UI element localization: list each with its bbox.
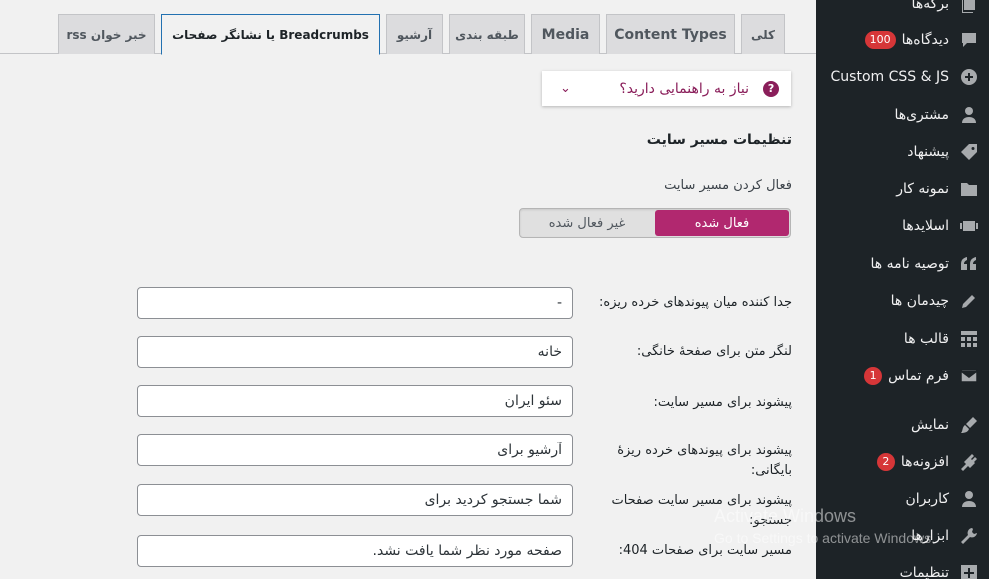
- sidebar-item-appearance[interactable]: نمایش: [816, 407, 989, 443]
- help-dropdown[interactable]: ? نیاز به راهنمایی دارید؟ ⌄: [542, 71, 791, 106]
- folder-icon: [958, 178, 980, 200]
- separator-input[interactable]: [137, 287, 573, 319]
- 404-label: مسیر سایت برای صفحات 404:: [618, 543, 792, 558]
- settings-icon: [958, 562, 980, 579]
- tab-content-types[interactable]: Content Types: [606, 14, 735, 54]
- quote-icon: [958, 253, 980, 275]
- grid-icon: [958, 328, 980, 350]
- sidebar-item-portfolio[interactable]: نمونه کار: [816, 171, 989, 207]
- sidebar-item-clients[interactable]: مشتری‌ها: [816, 97, 989, 133]
- sidebar-item-offers[interactable]: پیشنهاد: [816, 134, 989, 170]
- tab-taxonomy[interactable]: طبقه بندی: [449, 14, 525, 54]
- sidebar-item-users[interactable]: کاربران: [816, 481, 989, 517]
- prefix-input[interactable]: [137, 385, 573, 417]
- contact-form-count-badge: 1: [864, 367, 883, 385]
- tab-media[interactable]: Media: [531, 14, 600, 54]
- 404-input[interactable]: [137, 535, 573, 567]
- sidebar-item-testimonials[interactable]: توصیه نامه ها: [816, 246, 989, 282]
- tab-rss[interactable]: خبر خوان rss: [58, 14, 155, 54]
- search-prefix-input[interactable]: [137, 484, 573, 516]
- wrench-icon: [958, 525, 980, 547]
- help-label: نیاز به راهنمایی دارید؟: [619, 80, 749, 97]
- user-icon: [958, 488, 980, 510]
- home-anchor-input[interactable]: [137, 336, 573, 368]
- sidebar-item-pages[interactable]: برگه‌ها: [816, 0, 989, 22]
- tab-breadcrumbs[interactable]: Breadcrumbs یا نشانگر صفحات: [161, 14, 380, 55]
- tag-icon: [958, 141, 980, 163]
- slides-icon: [958, 215, 980, 237]
- sidebar-item-custom-css-js[interactable]: Custom CSS & JS: [816, 59, 989, 95]
- sidebar-item-layouts[interactable]: چیدمان ها: [816, 283, 989, 319]
- brush-icon: [958, 414, 980, 436]
- prefix-label: پیشوند برای مسیر سایت:: [653, 395, 792, 410]
- archive-prefix-input[interactable]: [137, 434, 573, 466]
- search-prefix-label: پیشوند برای مسیر سایت صفحات جستجو:: [611, 493, 792, 528]
- settings-tabs: کلی Content Types Media طبقه بندی آرشیو …: [0, 0, 816, 55]
- sidebar-item-slides[interactable]: اسلایدها: [816, 208, 989, 244]
- sidebar-item-comments[interactable]: دیدگاه‌ها 100: [816, 22, 989, 58]
- section-title: تنظیمات مسیر سایت: [646, 132, 792, 148]
- mail-icon: [958, 365, 980, 387]
- archive-prefix-label: پیشوند برای پیوندهای خرده ریزهٔ بایگانی:: [617, 443, 792, 478]
- question-icon: ?: [763, 80, 779, 97]
- user-icon: [958, 104, 980, 126]
- admin-sidebar: برگه‌ها دیدگاه‌ها 100 Custom CSS & JS مش…: [816, 0, 989, 579]
- chevron-down-icon: ⌄: [560, 81, 571, 96]
- pencil-icon: [958, 290, 980, 312]
- tab-general[interactable]: کلی: [741, 14, 785, 54]
- toggle-enabled-option[interactable]: فعال شده: [655, 210, 789, 236]
- sidebar-item-plugins[interactable]: افزونه‌ها 2: [816, 444, 989, 480]
- separator-label: جدا کننده میان پیوندهای خرده ریزه:: [599, 295, 792, 310]
- sidebar-item-settings[interactable]: تنظیمات: [816, 555, 989, 579]
- sidebar-item-tools[interactable]: ابزارها: [816, 518, 989, 554]
- enable-breadcrumbs-label: فعال کردن مسیر سایت: [664, 178, 792, 193]
- toggle-disabled-option[interactable]: غیر فعال شده: [520, 209, 654, 237]
- tab-archive[interactable]: آرشیو: [386, 14, 443, 54]
- pages-icon: [958, 0, 980, 15]
- enable-breadcrumbs-toggle: فعال شده غیر فعال شده: [519, 208, 791, 238]
- home-anchor-label: لنگر متن برای صفحهٔ خانگی:: [636, 344, 792, 359]
- comments-count-badge: 100: [864, 31, 896, 49]
- plugins-count-badge: 2: [876, 453, 895, 471]
- plugin-icon: [958, 451, 980, 473]
- sidebar-item-templates[interactable]: قالب ها: [816, 321, 989, 357]
- sidebar-item-contact-form[interactable]: فرم تماس 1: [816, 358, 989, 394]
- comments-icon: [958, 29, 980, 51]
- plus-circle-icon: [958, 66, 980, 88]
